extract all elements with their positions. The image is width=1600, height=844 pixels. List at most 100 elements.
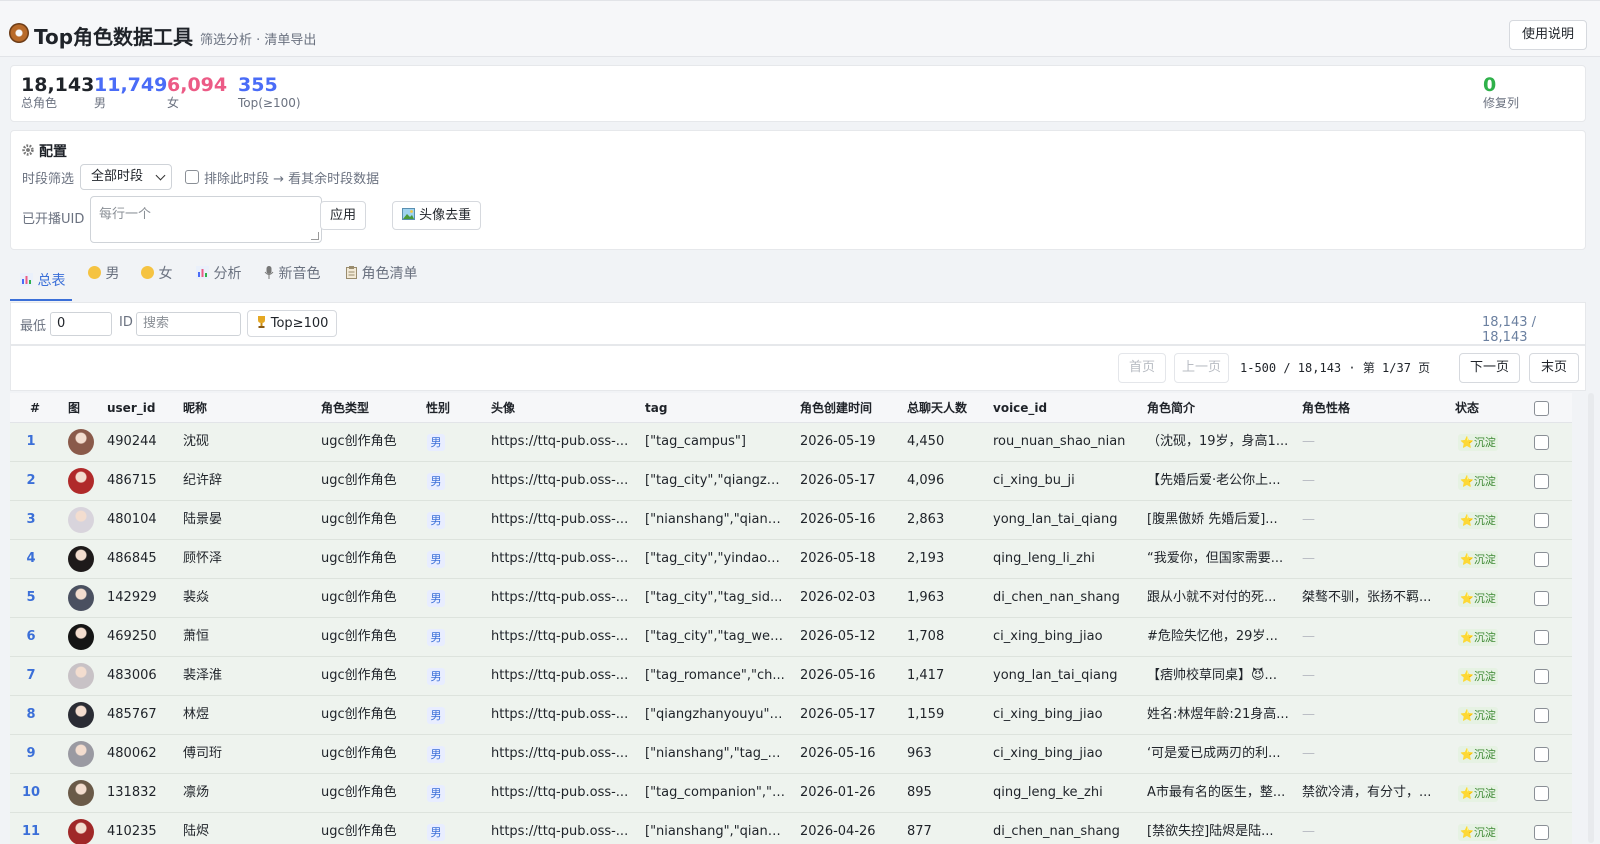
bar-chart-icon: [196, 266, 209, 279]
table-row[interactable]: 4 486845 顾怀泽 ugc创作角色 https://ttq-pub.oss-...…: [10, 540, 1572, 579]
prev-page-button[interactable]: 上一页: [1174, 353, 1229, 383]
table-row[interactable]: 9 480062 傅司珩 ugc创作角色 https://ttq-pub.oss-...…: [10, 735, 1572, 774]
avatar[interactable]: [68, 468, 94, 494]
next-page-button[interactable]: 下一页: [1459, 353, 1520, 383]
row-nickname: 陆烬: [183, 824, 210, 839]
table-row[interactable]: 2 486715 纪许辞 ugc创作角色 https://ttq-pub.oss-...…: [10, 462, 1572, 501]
table-row[interactable]: 10 131832 凛炀 ugc创作角色 https://ttq-pub.oss-...…: [10, 774, 1572, 813]
row-checkbox[interactable]: [1534, 825, 1549, 840]
tab-female-label: 女: [158, 266, 173, 282]
row-voice-id: ci_xing_bu_ji: [993, 473, 1075, 488]
table-row[interactable]: 5 142929 裴焱 ugc创作角色 https://ttq-pub.oss-... […: [10, 579, 1572, 618]
tab-male-label: 男: [105, 266, 120, 282]
first-page-button[interactable]: 首页: [1118, 353, 1166, 383]
id-label: ID: [119, 315, 133, 330]
avatar[interactable]: [68, 429, 94, 455]
min-input[interactable]: 0: [50, 312, 112, 336]
row-intro: 【痞帅校草同桌】😈...: [1147, 668, 1277, 683]
tab-new-voice[interactable]: 新音色: [264, 263, 320, 283]
status-badge: ⭐沉淀: [1458, 785, 1498, 802]
table-row[interactable]: 11 410235 陆烬 ugc创作角色 https://ttq-pub.oss-...…: [10, 813, 1572, 844]
gender-badge: 男: [427, 512, 445, 529]
row-index: 8: [26, 707, 36, 722]
resize-grip-icon[interactable]: [311, 232, 319, 240]
table-row[interactable]: 1 490244 沈砚 ugc创作角色 https://ttq-pub.oss-... […: [10, 423, 1572, 462]
row-checkbox[interactable]: [1534, 669, 1549, 684]
avatar[interactable]: [68, 702, 94, 728]
table-row[interactable]: 8 485767 林煜 ugc创作角色 https://ttq-pub.oss-... […: [10, 696, 1572, 735]
row-chats: 4,096: [907, 473, 945, 488]
avatar[interactable]: [68, 741, 94, 767]
tab-role-list[interactable]: 角色清单: [346, 263, 417, 283]
avatar[interactable]: [68, 546, 94, 572]
last-page-button[interactable]: 末页: [1529, 353, 1579, 383]
avatar[interactable]: [68, 780, 94, 806]
exclude-period-label[interactable]: 排除此时段 → 看其余时段数据: [204, 168, 379, 187]
search-input[interactable]: 搜索: [136, 312, 241, 336]
trophy-icon: [257, 316, 265, 328]
dedupe-avatar-label: 头像去重: [419, 208, 472, 223]
exclude-period-checkbox[interactable]: [185, 170, 199, 184]
row-user-id: 131832: [107, 785, 157, 800]
row-created: 2026-05-17: [800, 473, 876, 488]
row-intro: ‘可是爱已成两刃的利...: [1147, 746, 1281, 761]
vertical-scrollbar[interactable]: [1588, 393, 1594, 843]
row-avatar-url: https://ttq-pub.oss-...: [491, 551, 629, 566]
avatar[interactable]: [68, 819, 94, 844]
app-header: Top角色数据工具 筛选分析 · 清单导出 使用说明: [0, 0, 1600, 57]
col-chats: 总聊天人数: [907, 401, 968, 415]
help-button[interactable]: 使用说明: [1509, 20, 1587, 50]
row-checkbox[interactable]: [1534, 747, 1549, 762]
row-nickname: 萧恒: [183, 629, 210, 644]
stat-fixed-label: 修复列: [1483, 96, 1520, 110]
row-checkbox[interactable]: [1534, 435, 1549, 450]
avatar[interactable]: [68, 507, 94, 533]
row-created: 2026-05-18: [800, 551, 876, 566]
row-checkbox[interactable]: [1534, 552, 1549, 567]
app-subtitle: 筛选分析 · 清单导出: [200, 33, 317, 48]
row-checkbox[interactable]: [1534, 591, 1549, 606]
table-row[interactable]: 7 483006 裴泽淮 ugc创作角色 https://ttq-pub.oss-...…: [10, 657, 1572, 696]
apply-button[interactable]: 应用: [320, 201, 366, 230]
row-tag: ["tag_city","qiangzh...: [645, 473, 785, 488]
row-checkbox[interactable]: [1534, 630, 1549, 645]
row-checkbox[interactable]: [1534, 513, 1549, 528]
table-row[interactable]: 6 469250 萧恒 ugc创作角色 https://ttq-pub.oss-... […: [10, 618, 1572, 657]
status-badge: ⭐沉淀: [1458, 629, 1498, 646]
avatar[interactable]: [68, 663, 94, 689]
avatar[interactable]: [68, 624, 94, 650]
tab-analysis[interactable]: 分析: [196, 263, 241, 283]
row-persona: —: [1302, 668, 1315, 683]
tab-male[interactable]: 男: [88, 263, 119, 283]
table-row[interactable]: 3 480104 陆景晏 ugc创作角色 https://ttq-pub.oss-...…: [10, 501, 1572, 540]
select-all-checkbox[interactable]: [1534, 401, 1549, 416]
row-created: 2026-01-26: [800, 785, 876, 800]
row-tag: ["nianshang","qiangf...: [645, 512, 785, 527]
gender-badge: 男: [427, 707, 445, 724]
tab-overview[interactable]: 总表: [20, 270, 65, 290]
row-nickname: 裴泽淮: [183, 668, 223, 683]
row-index: 3: [26, 512, 36, 527]
period-select[interactable]: 全部时段: [80, 164, 172, 190]
tab-analysis-label: 分析: [213, 266, 242, 282]
row-role-type: ugc创作角色: [321, 707, 397, 722]
row-index: 9: [26, 746, 36, 761]
status-badge: ⭐沉淀: [1458, 590, 1498, 607]
status-badge: ⭐沉淀: [1458, 824, 1498, 841]
gender-badge: 男: [427, 629, 445, 646]
avatar[interactable]: [68, 585, 94, 611]
tab-female[interactable]: 女: [141, 263, 172, 283]
top-filter-button[interactable]: Top≥100: [247, 310, 337, 337]
top-filter-label: Top≥100: [270, 316, 329, 331]
row-checkbox[interactable]: [1534, 786, 1549, 801]
row-voice-id: ci_xing_bing_jiao: [993, 707, 1103, 722]
row-checkbox[interactable]: [1534, 474, 1549, 489]
row-avatar-url: https://ttq-pub.oss-...: [491, 707, 629, 722]
dedupe-avatar-button[interactable]: 头像去重: [392, 201, 481, 230]
row-created: 2026-05-16: [800, 512, 876, 527]
uid-textarea[interactable]: 每行一个: [90, 196, 322, 243]
stat-female: 6,094 女: [167, 74, 227, 111]
row-tag: ["tag_city","tag_wei...: [645, 629, 785, 644]
stat-female-value: 6,094: [167, 74, 228, 96]
row-checkbox[interactable]: [1534, 708, 1549, 723]
